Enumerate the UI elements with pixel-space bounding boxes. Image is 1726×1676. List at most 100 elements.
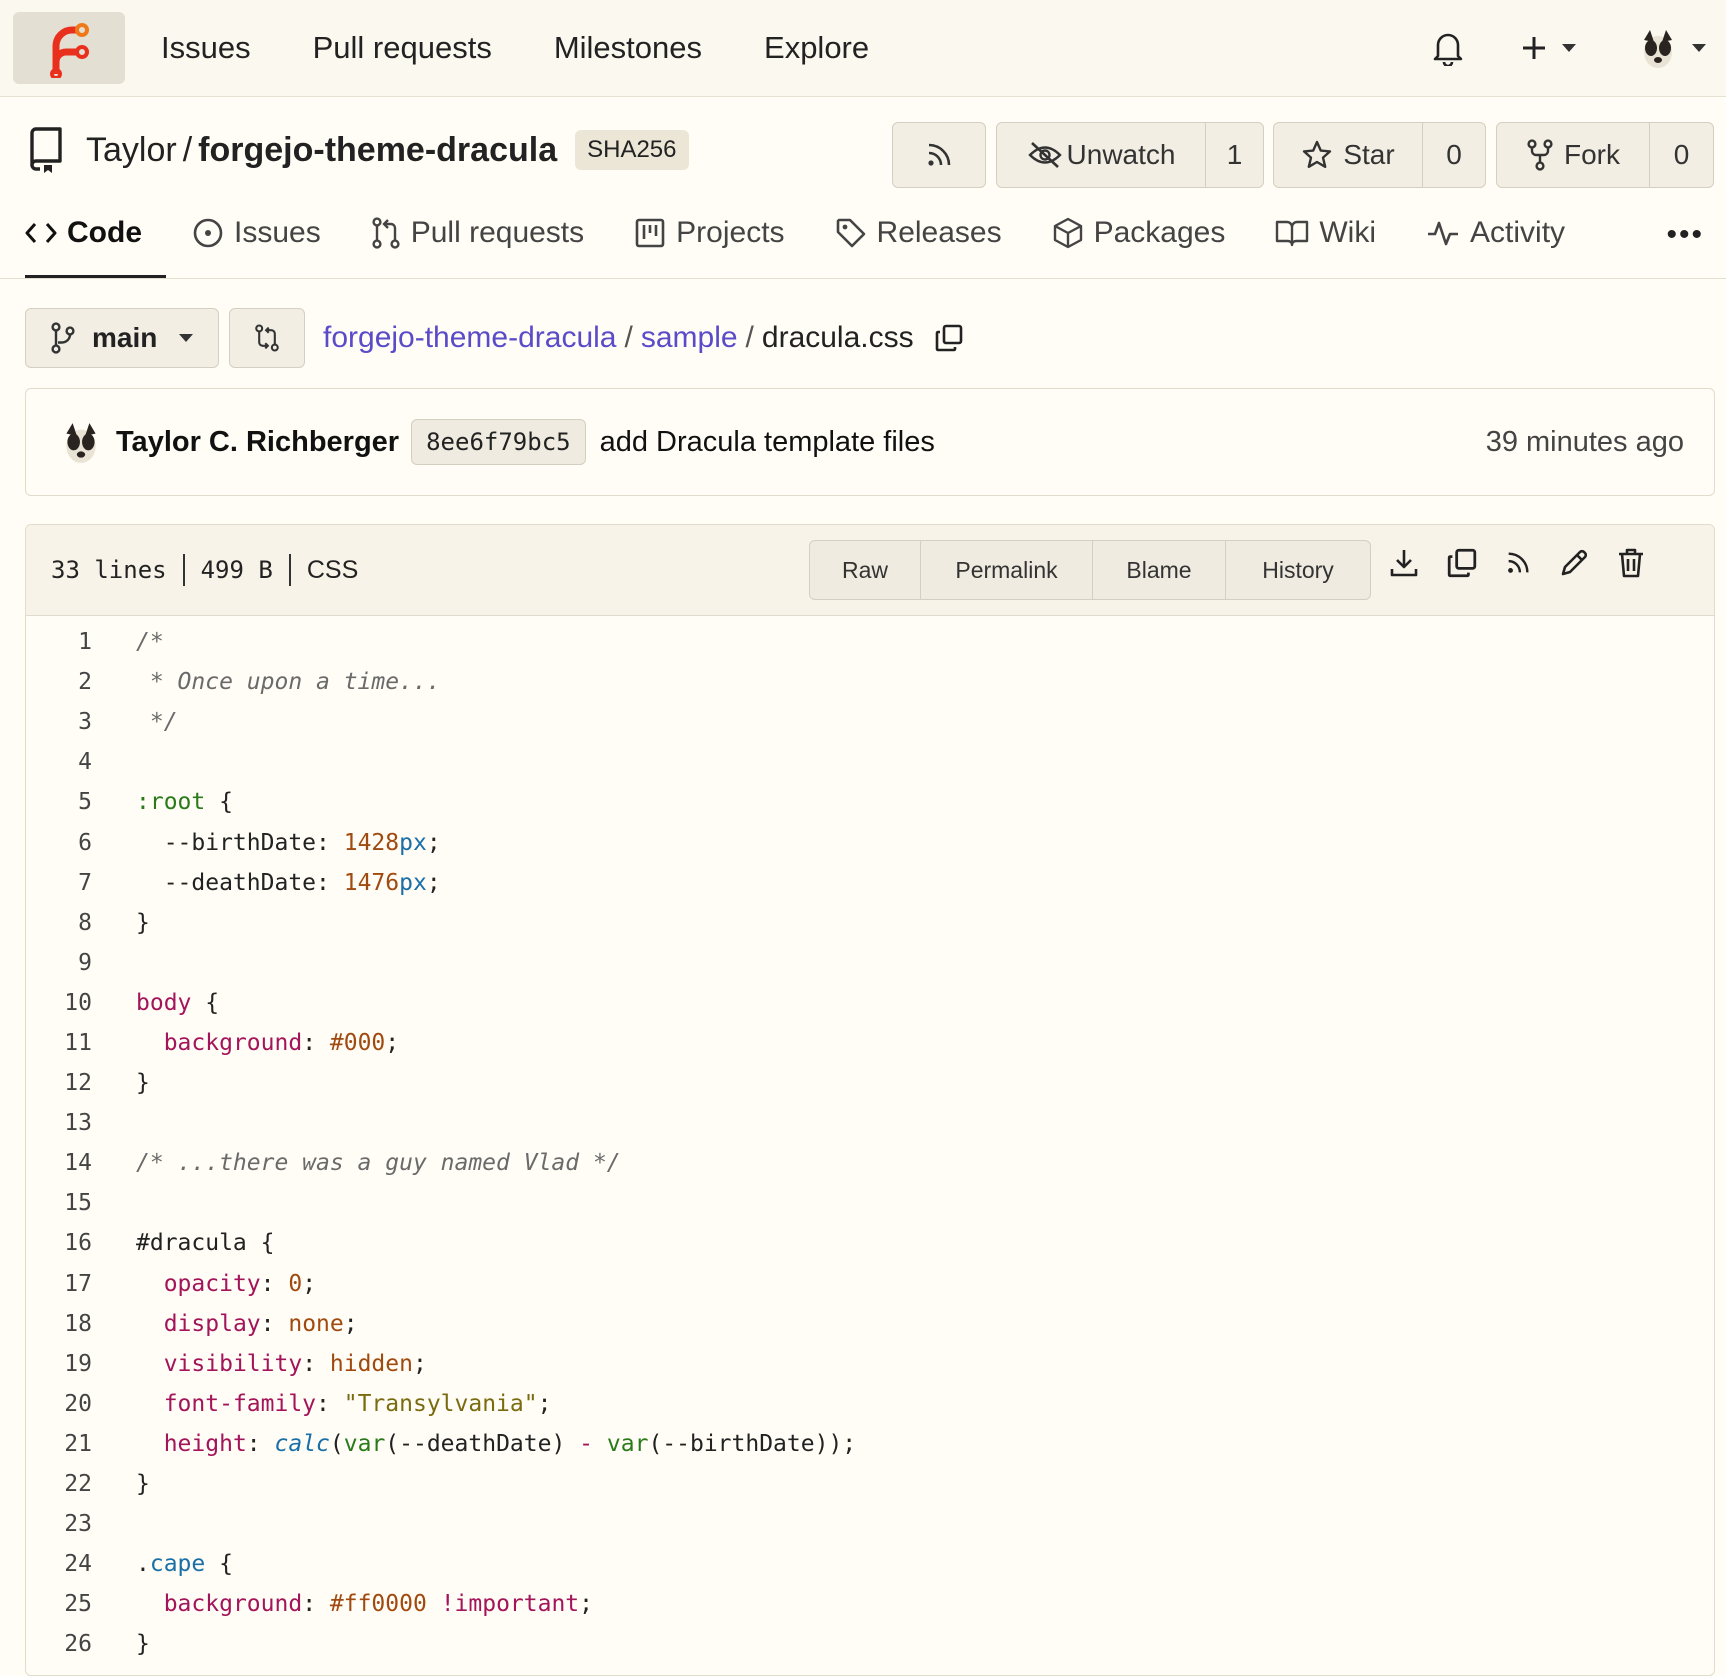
file-line-count: 33 lines [51,556,167,584]
line-number[interactable]: 24 [26,1551,136,1577]
line-number[interactable]: 20 [26,1391,136,1417]
plus-icon [1523,37,1545,59]
file-header: 33 lines 499 B CSS Raw Permalink Blame H… [26,525,1714,616]
line-source: /* [136,629,164,655]
breadcrumb-repo-link[interactable]: forgejo-theme-dracula [323,321,616,355]
compare-icon [255,324,279,352]
code-line: 10 body { [26,983,1714,1023]
line-number[interactable]: 6 [26,830,136,856]
tab-projects[interactable]: Projects [634,188,785,278]
tab-code[interactable]: Code [25,188,166,278]
line-number[interactable]: 1 [26,629,136,655]
tab-issues[interactable]: Issues [192,188,321,278]
tab-releases[interactable]: Releases [835,188,1002,278]
repo-tabs: Code Issues Pull requests Projects Relea… [25,188,1726,278]
more-tabs-kebab-icon[interactable]: ••• [1666,218,1704,252]
tab-pull-requests[interactable]: Pull requests [371,188,584,278]
permalink-button[interactable]: Permalink [920,541,1092,599]
line-number[interactable]: 25 [26,1591,136,1617]
star-label: Star [1343,139,1395,170]
history-button[interactable]: History [1225,541,1370,599]
nav-milestones[interactable]: Milestones [554,30,702,66]
commit-author-avatar[interactable] [58,419,104,465]
commit-sha-link[interactable]: 8ee6f79bc5 [411,419,586,465]
raw-button[interactable]: Raw [810,541,920,599]
notifications-bell-icon[interactable] [1432,30,1464,66]
branch-selector[interactable]: main [25,308,219,368]
line-source: .cape { [136,1551,233,1577]
repo-owner-link[interactable]: Taylor [86,131,177,170]
user-menu[interactable] [1636,26,1706,70]
forks-count[interactable]: 0 [1649,123,1713,187]
line-number[interactable]: 22 [26,1471,136,1497]
tab-wiki[interactable]: Wiki [1275,188,1376,278]
code-token: hidden [329,1350,413,1377]
code-token: !important [440,1591,580,1618]
line-number[interactable]: 3 [26,709,136,735]
line-number[interactable]: 10 [26,990,136,1016]
tabs-divider [0,278,1726,279]
line-number[interactable]: 9 [26,950,136,976]
line-number[interactable]: 2 [26,669,136,695]
unwatch-button[interactable]: Unwatch [997,123,1205,187]
code-token: * Once upon a time... [136,669,441,696]
commit-author[interactable]: Taylor C. Richberger [116,426,399,459]
star-button-group: Star 0 [1273,122,1486,188]
unwatch-label: Unwatch [1066,139,1176,170]
line-number[interactable]: 11 [26,1030,136,1056]
line-number[interactable]: 16 [26,1230,136,1256]
forgejo-logo[interactable] [13,12,125,84]
code-token: ( [329,1430,344,1457]
download-icon[interactable] [1388,547,1420,579]
line-number[interactable]: 8 [26,910,136,936]
line-source: display: none; [136,1311,358,1337]
blame-button[interactable]: Blame [1092,541,1225,599]
nav-issues[interactable]: Issues [161,30,251,66]
line-number[interactable]: 15 [26,1190,136,1216]
line-number[interactable]: 21 [26,1431,136,1457]
nav-pull-requests[interactable]: Pull requests [313,30,492,66]
file-size: 499 B [200,556,273,584]
tab-releases-label: Releases [876,216,1002,249]
rss-feed-button[interactable] [892,122,986,188]
create-new-menu[interactable] [1520,34,1576,62]
line-number[interactable]: 4 [26,749,136,775]
repo-name-link[interactable]: forgejo-theme-dracula [198,131,557,170]
commit-message[interactable]: add Dracula template files [600,426,935,459]
star-button[interactable]: Star [1274,123,1422,187]
code-line: 13 [26,1103,1714,1143]
line-number[interactable]: 17 [26,1271,136,1297]
copy-content-icon[interactable] [1446,547,1478,579]
code-token: 1476 [343,869,400,896]
compare-button[interactable] [229,308,305,368]
stars-count[interactable]: 0 [1422,123,1485,187]
line-source: } [136,1471,150,1497]
tab-activity[interactable]: Activity [1426,188,1565,278]
line-number[interactable]: 12 [26,1070,136,1096]
line-number[interactable]: 13 [26,1110,136,1136]
line-number[interactable]: 19 [26,1351,136,1377]
nav-explore[interactable]: Explore [764,30,869,66]
line-number[interactable]: 26 [26,1631,136,1657]
code-line: 19 visibility: hidden; [26,1344,1714,1384]
line-number[interactable]: 14 [26,1150,136,1176]
code-line: 8} [26,903,1714,943]
line-source: height: calc(var(--deathDate) - var(--bi… [136,1431,856,1457]
chevron-down-icon [1692,44,1706,52]
code-token: body [136,989,192,1016]
line-number[interactable]: 23 [26,1511,136,1537]
line-number[interactable]: 7 [26,870,136,896]
tab-packages[interactable]: Packages [1052,188,1225,278]
code-token: var [343,1430,386,1457]
code-token: height [163,1430,247,1457]
file-actions-group: Raw Permalink Blame History [809,540,1371,600]
breadcrumb-folder-link[interactable]: sample [641,321,738,355]
file-rss-icon[interactable] [1504,549,1532,577]
watchers-count[interactable]: 1 [1205,123,1263,187]
edit-pencil-icon[interactable] [1558,547,1590,579]
line-number[interactable]: 18 [26,1311,136,1337]
line-number[interactable]: 5 [26,789,136,815]
fork-button[interactable]: Fork [1497,123,1649,187]
delete-trash-icon[interactable] [1616,547,1646,579]
copy-path-icon[interactable] [934,323,964,353]
